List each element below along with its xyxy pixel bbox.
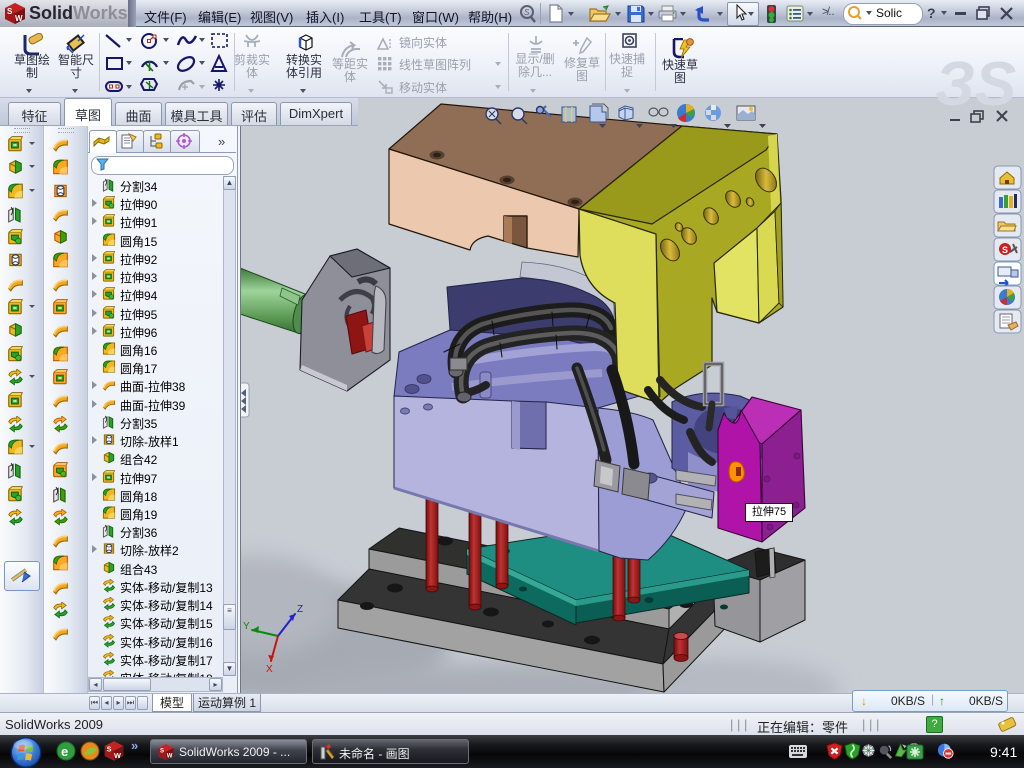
svg-text:S: S — [107, 744, 112, 753]
svg-text:W: W — [114, 751, 121, 760]
svg-text:Z: Z — [297, 604, 303, 615]
svg-text:S: S — [1002, 245, 1008, 255]
svg-text:S: S — [160, 748, 164, 754]
svg-text:e: e — [61, 744, 68, 759]
svg-text:S: S — [524, 8, 530, 17]
svg-text:W: W — [15, 14, 23, 23]
svg-text:X: X — [266, 664, 273, 675]
svg-text:S: S — [7, 7, 13, 16]
svg-text:W: W — [167, 754, 173, 760]
svg-text:Y: Y — [243, 621, 250, 632]
